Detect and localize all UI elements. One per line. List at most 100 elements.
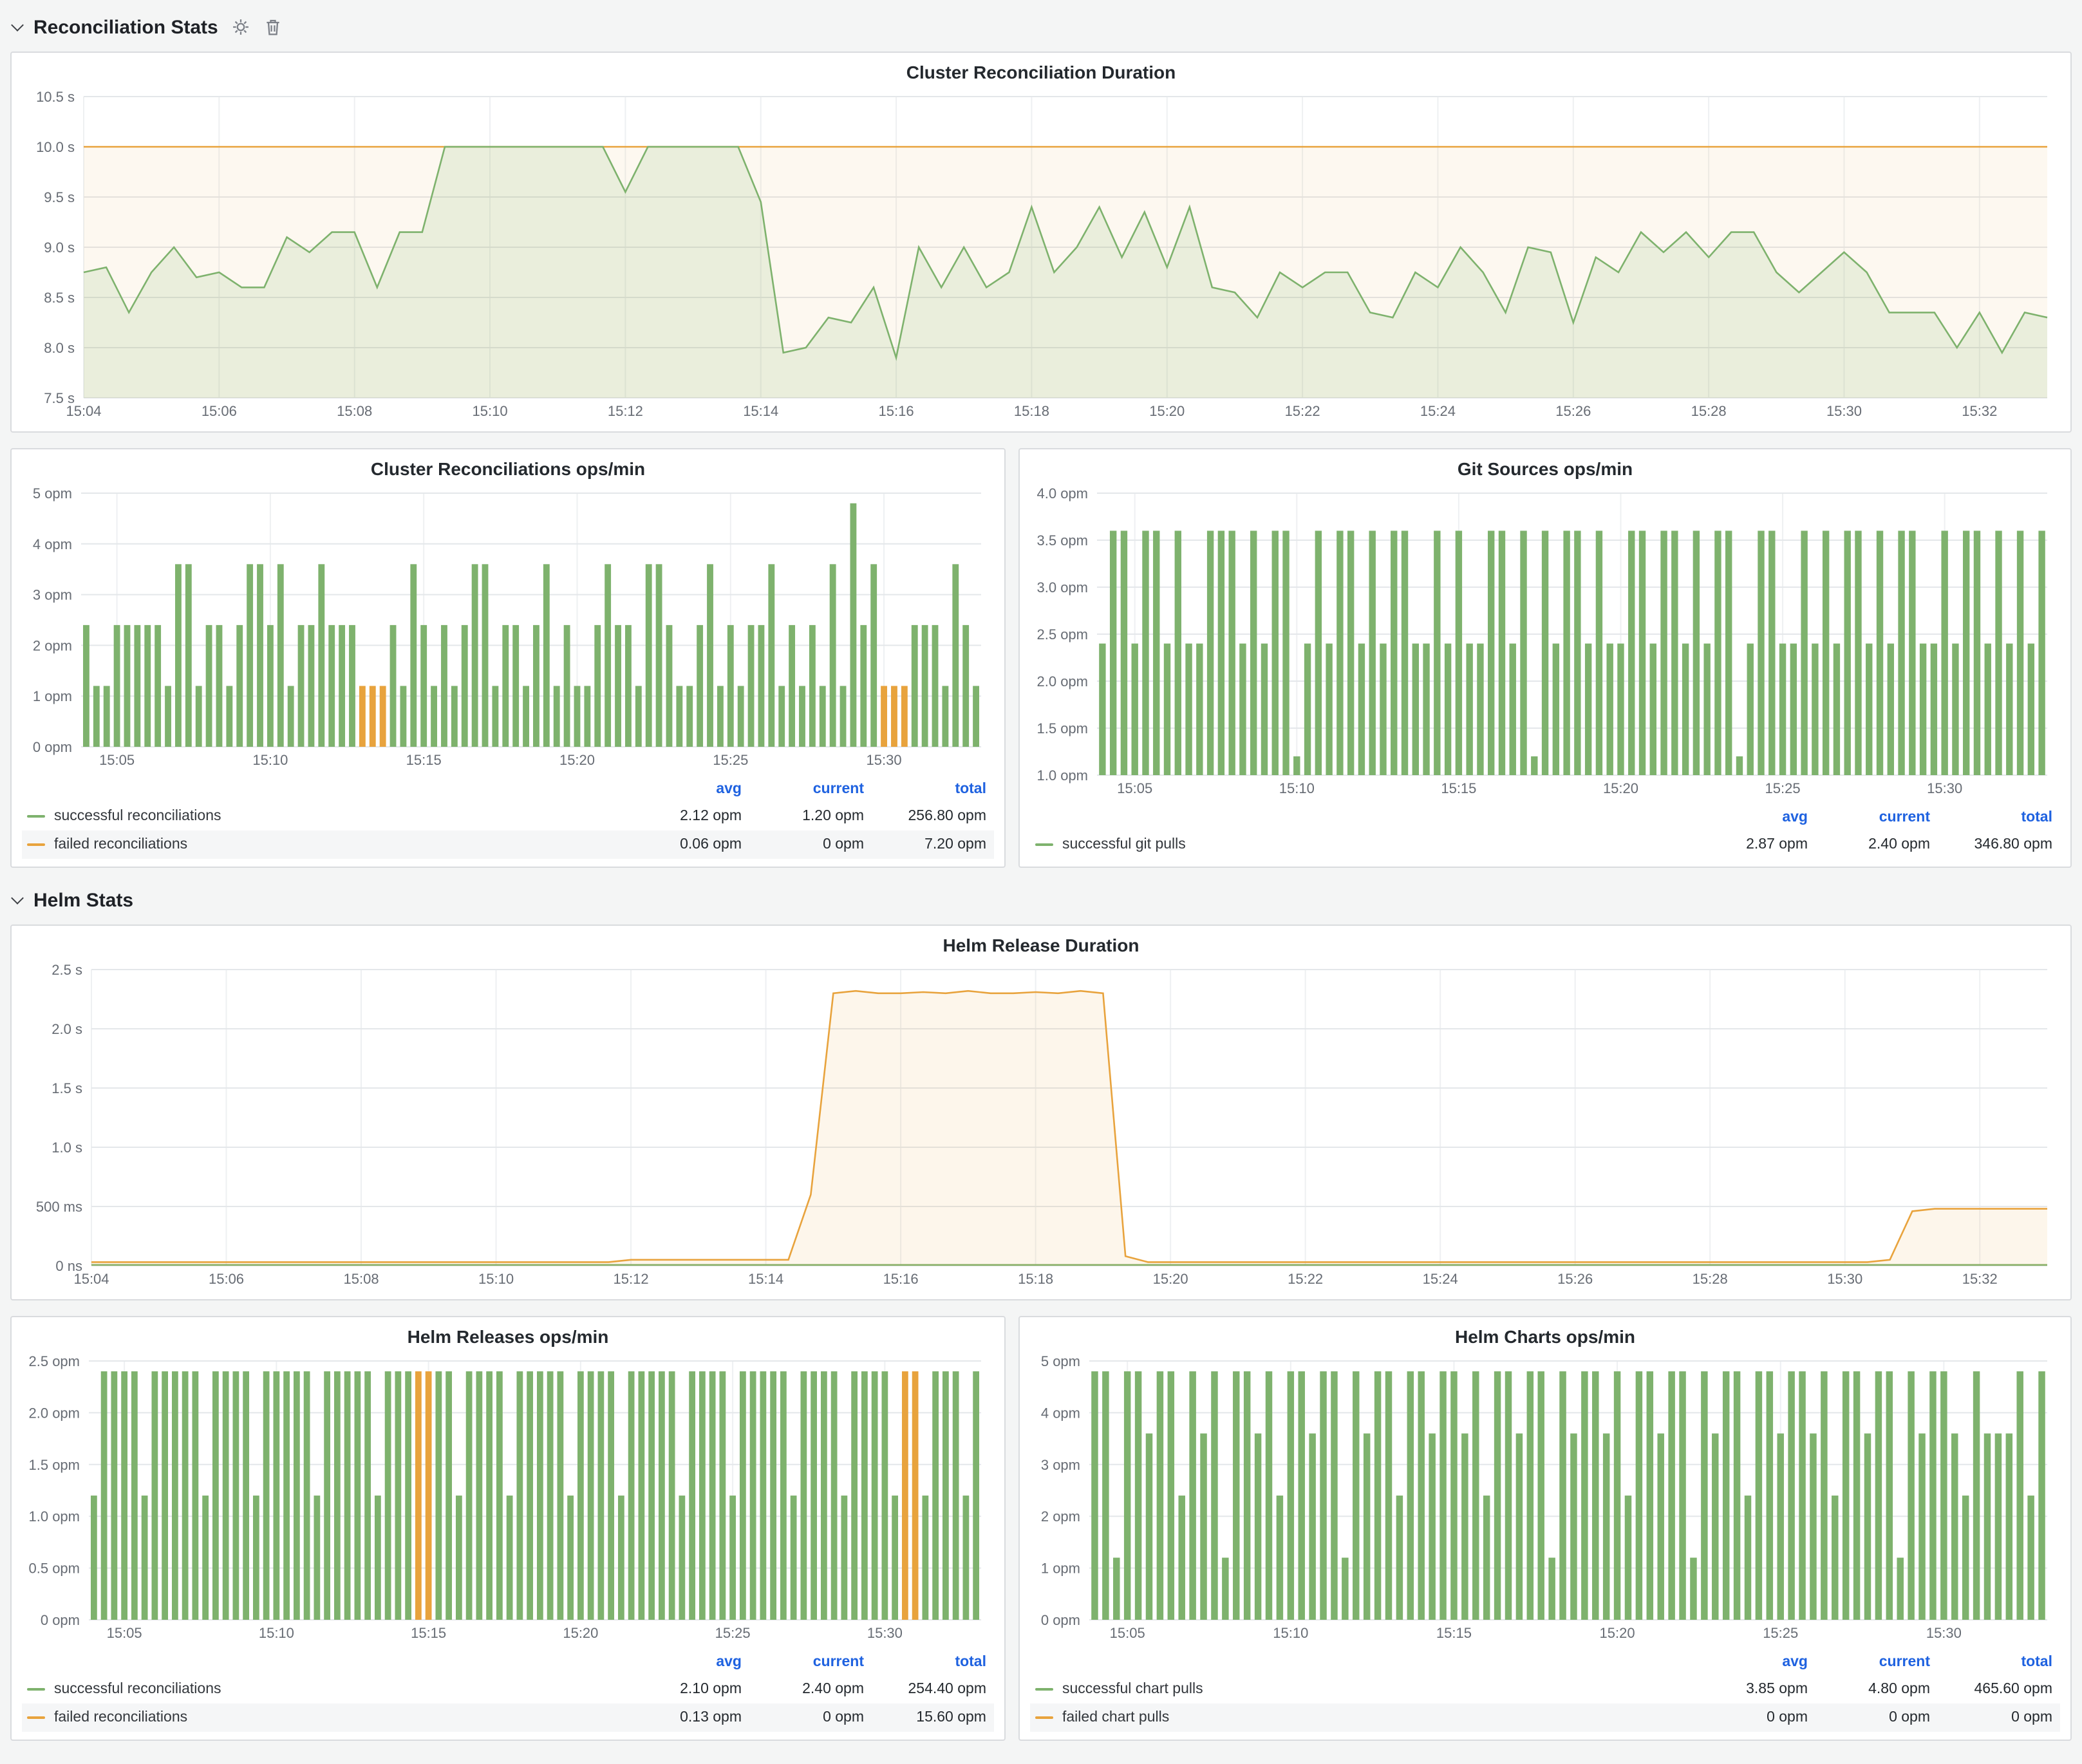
legend-avg-value: 3.85 opm	[1693, 1682, 1815, 1697]
svg-text:15:30: 15:30	[1927, 780, 1962, 796]
svg-text:2.5 opm: 2.5 opm	[1037, 626, 1089, 643]
svg-text:15:16: 15:16	[879, 403, 914, 419]
series-color-glyph	[1035, 1688, 1053, 1691]
svg-text:5 opm: 5 opm	[1041, 1353, 1080, 1369]
helm-charts-chart[interactable]: 15:0515:1015:1515:2015:2515:300 opm1 opm…	[1030, 1351, 2060, 1646]
series-color-glyph	[27, 1716, 45, 1719]
legend-avg-value: 0.13 opm	[627, 1710, 749, 1725]
svg-text:15:16: 15:16	[883, 1271, 919, 1287]
svg-text:15:20: 15:20	[559, 752, 595, 768]
legend-col-avg[interactable]: avg	[627, 782, 749, 797]
legend-col-avg[interactable]: avg	[627, 1655, 749, 1670]
svg-text:3 opm: 3 opm	[1041, 1457, 1080, 1473]
legend-col-avg[interactable]: avg	[1693, 1655, 1815, 1670]
legend-col-total[interactable]: total	[1938, 1655, 2060, 1670]
svg-text:15:10: 15:10	[478, 1271, 514, 1287]
svg-text:15:15: 15:15	[406, 752, 442, 768]
helm-releases-chart[interactable]: 15:0515:1015:1515:2015:2515:300 opm0.5 o…	[22, 1351, 994, 1646]
cluster-reconciliations-chart[interactable]: 15:0515:1015:1515:2015:2515:300 opm1 opm…	[22, 483, 994, 773]
legend-col-current[interactable]: current	[1815, 810, 1938, 825]
helm-release-duration-chart[interactable]: 15:0415:0615:0815:1015:1215:1415:1615:18…	[22, 959, 2060, 1291]
svg-text:1 opm: 1 opm	[1041, 1561, 1080, 1577]
legend-col-total[interactable]: total	[872, 782, 994, 797]
section-reconciliation-stats[interactable]: Reconciliation Stats	[13, 10, 2072, 44]
section-helm-stats[interactable]: Helm Stats	[13, 883, 2072, 917]
svg-text:15:06: 15:06	[202, 403, 237, 419]
panel-title[interactable]: Git Sources ops/min	[1030, 455, 2060, 483]
svg-text:9.5 s: 9.5 s	[44, 189, 75, 205]
svg-text:1.0 s: 1.0 s	[52, 1140, 82, 1156]
panel-title[interactable]: Cluster Reconciliations ops/min	[22, 455, 994, 483]
svg-text:15:30: 15:30	[867, 1625, 903, 1641]
panel-title[interactable]: Cluster Reconciliation Duration	[22, 58, 2060, 86]
legend-current-value: 2.40 opm	[749, 1682, 872, 1697]
svg-text:4 opm: 4 opm	[33, 536, 72, 552]
gear-icon[interactable]	[232, 18, 250, 36]
legend-avg-value: 2.10 opm	[627, 1682, 749, 1697]
svg-text:10.5 s: 10.5 s	[36, 89, 75, 105]
svg-text:15:10: 15:10	[1279, 780, 1315, 796]
legend: avg current total successful chart pulls…	[1030, 1649, 2060, 1732]
svg-text:500 ms: 500 ms	[36, 1199, 82, 1215]
legend-row-successful-git-pulls: successful git pulls 2.87 opm 2.40 opm 3…	[1030, 830, 2060, 859]
svg-text:15:20: 15:20	[1149, 403, 1185, 419]
legend-label[interactable]: failed reconciliations	[54, 1710, 187, 1725]
legend-col-total[interactable]: total	[1938, 810, 2060, 825]
legend-row-successful-chart-pulls: successful chart pulls 3.85 opm 4.80 opm…	[1030, 1675, 2060, 1703]
legend-col-current[interactable]: current	[749, 1655, 872, 1670]
legend-label[interactable]: successful reconciliations	[54, 1682, 221, 1697]
svg-text:1.5 s: 1.5 s	[52, 1080, 82, 1096]
legend-col-avg[interactable]: avg	[1693, 810, 1815, 825]
legend-label[interactable]: successful git pulls	[1062, 837, 1186, 852]
trash-icon[interactable]	[265, 18, 283, 36]
svg-text:0 ns: 0 ns	[55, 1258, 82, 1274]
svg-text:15:05: 15:05	[1110, 1625, 1145, 1641]
svg-text:9.0 s: 9.0 s	[44, 239, 75, 256]
legend-current-value: 4.80 opm	[1815, 1682, 1938, 1697]
legend-row-failed-reconciliations: failed reconciliations 0.13 opm 0 opm 15…	[22, 1703, 994, 1732]
svg-text:15:10: 15:10	[259, 1625, 294, 1641]
legend-total-value: 256.80 opm	[872, 809, 994, 824]
svg-text:2.5 opm: 2.5 opm	[29, 1353, 80, 1369]
legend-col-current[interactable]: current	[1815, 1655, 1938, 1670]
panel-cluster-reconciliations: Cluster Reconciliations ops/min 15:0515:…	[10, 448, 1006, 868]
svg-text:15:05: 15:05	[1117, 780, 1152, 796]
svg-text:1.0 opm: 1.0 opm	[1037, 767, 1089, 783]
svg-text:15:30: 15:30	[1926, 1625, 1962, 1641]
svg-text:15:20: 15:20	[1153, 1271, 1188, 1287]
panel-title[interactable]: Helm Charts ops/min	[1030, 1322, 2060, 1351]
legend-col-current[interactable]: current	[749, 782, 872, 797]
svg-text:3 opm: 3 opm	[33, 587, 72, 603]
series-color-glyph	[1035, 1716, 1053, 1719]
svg-text:2 opm: 2 opm	[1041, 1508, 1080, 1525]
svg-text:0 opm: 0 opm	[41, 1612, 80, 1628]
legend-label[interactable]: successful chart pulls	[1062, 1682, 1203, 1697]
svg-text:15:12: 15:12	[614, 1271, 649, 1287]
svg-text:15:18: 15:18	[1018, 1271, 1053, 1287]
legend-total-value: 346.80 opm	[1938, 837, 2060, 852]
git-sources-chart[interactable]: 15:0515:1015:1515:2015:2515:301.0 opm1.5…	[1030, 483, 2060, 801]
legend-label[interactable]: failed chart pulls	[1062, 1710, 1169, 1725]
svg-text:0 opm: 0 opm	[33, 739, 72, 755]
legend-avg-value: 2.87 opm	[1693, 837, 1815, 852]
svg-text:15:32: 15:32	[1962, 1271, 1998, 1287]
svg-text:15:22: 15:22	[1285, 403, 1320, 419]
svg-text:15:25: 15:25	[715, 1625, 751, 1641]
svg-text:10.0 s: 10.0 s	[36, 139, 75, 155]
legend-label[interactable]: failed reconciliations	[54, 837, 187, 852]
svg-text:15:20: 15:20	[1600, 1625, 1635, 1641]
svg-text:8.0 s: 8.0 s	[44, 340, 75, 356]
series-color-glyph	[1035, 843, 1053, 846]
legend-label[interactable]: successful reconciliations	[54, 809, 221, 824]
svg-text:15:15: 15:15	[411, 1625, 446, 1641]
svg-text:3.5 opm: 3.5 opm	[1037, 532, 1089, 549]
legend-col-total[interactable]: total	[872, 1655, 994, 1670]
svg-text:15:05: 15:05	[107, 1625, 142, 1641]
legend-header: avg current total	[1030, 805, 2060, 830]
cluster-reconciliation-duration-chart[interactable]: 15:0415:0615:0815:1015:1215:1415:1615:18…	[22, 86, 2060, 424]
legend-total-value: 0 opm	[1938, 1710, 2060, 1725]
panel-title[interactable]: Helm Releases ops/min	[22, 1322, 994, 1351]
panel-title[interactable]: Helm Release Duration	[22, 931, 2060, 959]
svg-text:1 opm: 1 opm	[33, 688, 72, 704]
panel-helm-releases: Helm Releases ops/min 15:05 15:10 15:15 15:…	[10, 1316, 1006, 1741]
